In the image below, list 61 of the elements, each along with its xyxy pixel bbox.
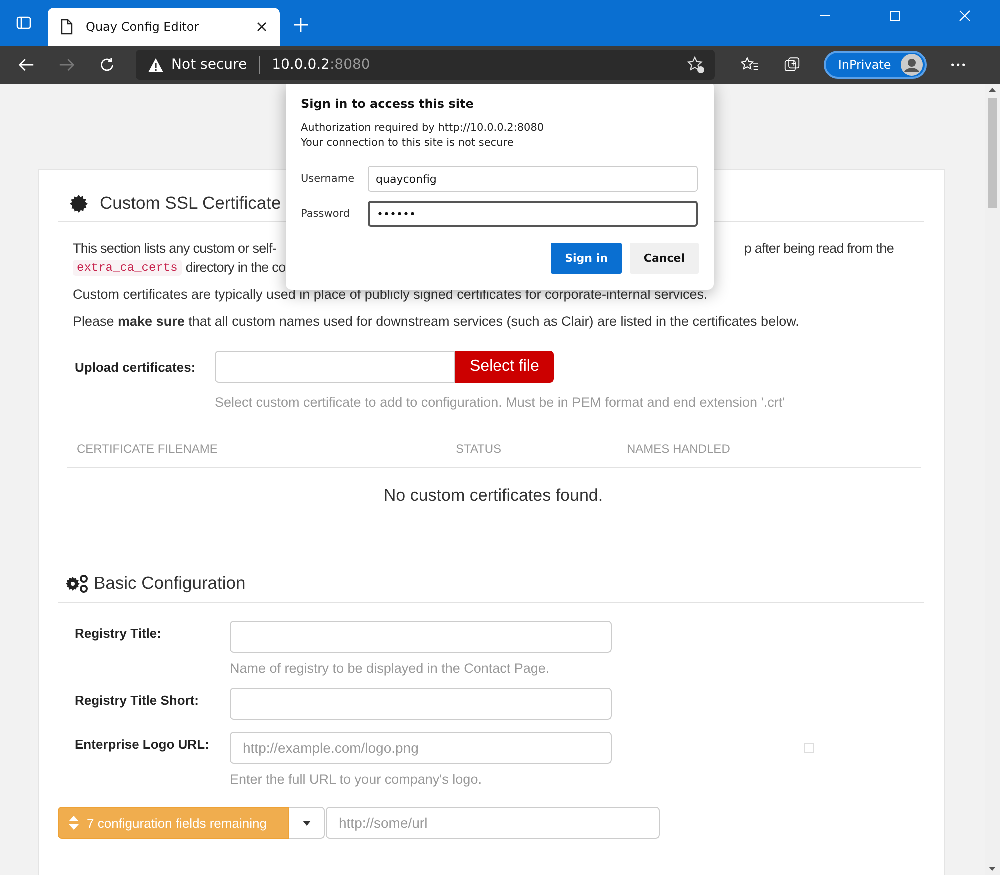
dialog-title: Sign in to access this site [301, 97, 475, 111]
more-icon[interactable] [951, 63, 966, 67]
sign-in-button[interactable]: Sign in [551, 243, 622, 274]
text-field[interactable] [230, 621, 612, 653]
refresh-icon[interactable] [99, 56, 116, 74]
field-label: Username [301, 173, 356, 185]
scrollbar-thumb[interactable] [988, 98, 997, 208]
column-header: NAMES HANDLED [627, 442, 730, 456]
help-text: Enter the full URL to your company's logo. [230, 772, 483, 787]
collections-icon[interactable] [784, 56, 800, 74]
text-field[interactable]: quayconfig [368, 166, 698, 192]
plus-icon[interactable] [292, 16, 310, 34]
maximize-icon[interactable] [889, 10, 901, 22]
small-square-icon [804, 743, 814, 753]
text-field[interactable]: •••••• [368, 201, 698, 227]
field-label: Password [301, 208, 352, 220]
browser-tab[interactable]: Quay Config Editor [48, 8, 280, 46]
tab-actions-icon[interactable] [16, 15, 32, 31]
avatar-icon [901, 54, 924, 76]
column-header: CERTIFICATE FILENAME [77, 442, 219, 456]
dialog-text: Authorization required by http://10.0.0.2:8080 [301, 121, 546, 136]
field-label: Registry Title: [74, 625, 162, 643]
field-label: Enterprise Logo URL: [74, 736, 210, 754]
empty-message: No custom certificates found. [384, 486, 604, 505]
code-snippet: extra_ca_certs [73, 260, 182, 276]
paragraph: Please make sure that all custom names used for downstream services (such as Clair) are listed in the certificates below. [73, 313, 800, 331]
help-text: Select custom certificate to add to configuration. Must be in PEM format and end extension '.crt' [215, 395, 786, 410]
url-text: 10.0.0.2:8080 [272, 57, 370, 73]
inprivate-button[interactable]: InPrivate [824, 51, 928, 79]
select-file-button[interactable]: Select file [455, 351, 554, 383]
warning-icon [148, 58, 164, 72]
gears-icon [66, 574, 88, 592]
sort-icon [69, 816, 79, 830]
url-field[interactable]: http://some/url [326, 807, 660, 839]
close-icon[interactable] [256, 21, 268, 33]
column-header: STATUS [456, 442, 503, 456]
forward-arrow-icon[interactable] [58, 57, 76, 73]
section-title: Custom SSL Certificate [100, 193, 282, 214]
paragraph: Custom certificates are typically used in place of publicly signed certificates for corporate-internal services. [73, 286, 709, 304]
page-icon [60, 19, 74, 35]
scroll-down-icon[interactable] [989, 867, 996, 871]
intro-text: This section lists any custom or self- [73, 240, 277, 258]
intro-text: directory in the co [186, 259, 286, 277]
scroll-up-icon[interactable] [989, 88, 996, 92]
security-label: Not secure [172, 57, 248, 73]
star-add-icon[interactable] [687, 56, 706, 74]
section-title: Basic Configuration [94, 573, 246, 594]
help-text: Name of registry to be displayed in the Contact Page. [230, 661, 551, 676]
field-label: Upload certificates: [74, 360, 197, 374]
text-field[interactable]: http://example.com/logo.png [230, 732, 612, 764]
gear-icon [70, 194, 88, 212]
file-field[interactable] [215, 351, 455, 383]
dialog-text: Your connection to this site is not secure [301, 136, 515, 151]
address-bar[interactable]: Not secure 10.0.0.2:8080 [136, 50, 716, 80]
intro-text: p after being read from the [744, 240, 894, 258]
caret-icon [302, 820, 310, 826]
cancel-button[interactable]: Cancel [630, 243, 699, 274]
back-arrow-icon[interactable] [18, 57, 35, 73]
field-label: Registry Title Short: [74, 692, 200, 710]
text-field[interactable] [230, 688, 612, 720]
tab-title: Quay Config Editor [86, 20, 200, 34]
